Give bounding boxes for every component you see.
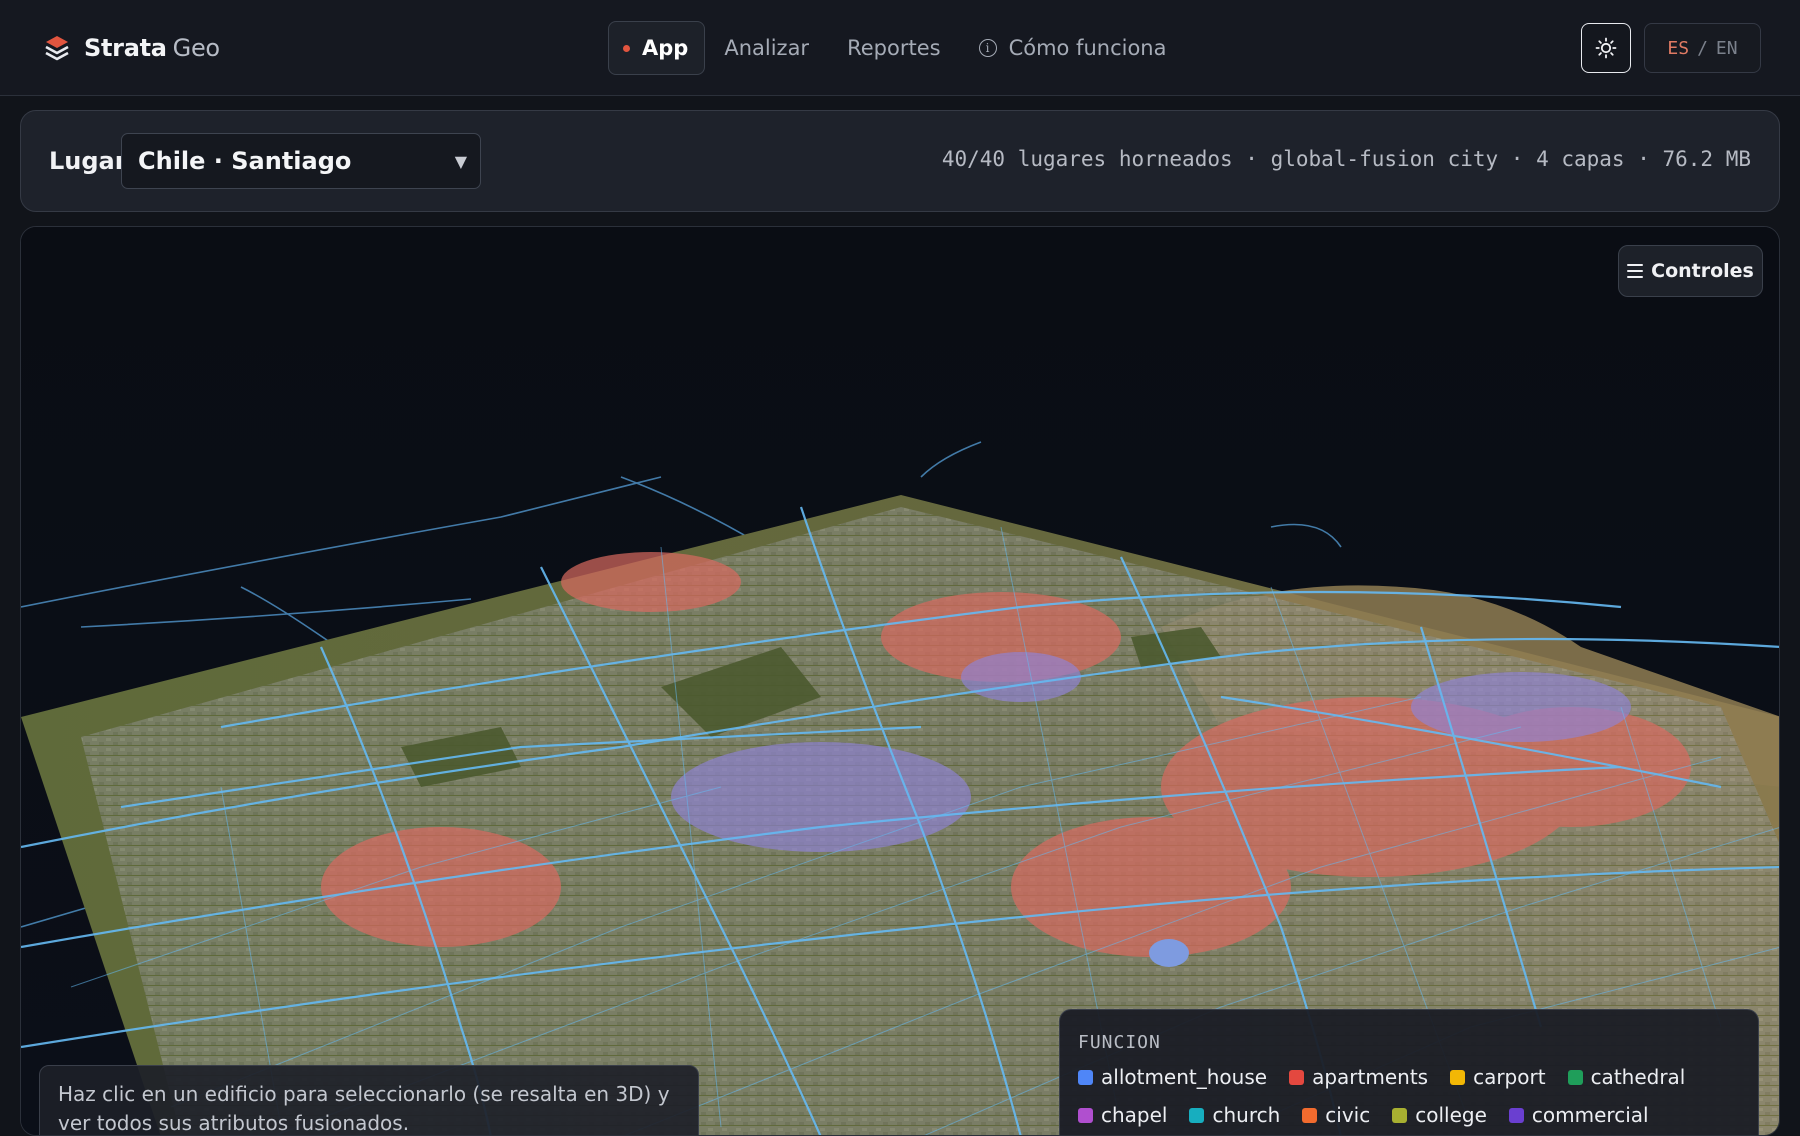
top-navbar: Strata Geo App Analizar Reportes i Cómo f… [0,0,1800,96]
main-nav: App Analizar Reportes i Cómo funciona [608,21,1185,75]
legend-swatch [1078,1069,1093,1085]
sun-icon [1595,37,1617,59]
legend-item-allotment-house[interactable]: allotment_house [1078,1065,1267,1089]
legend-swatch [1567,1069,1583,1085]
selection-hint-panel: Haz clic en un edificio para seleccionar… [39,1065,699,1135]
city-3d-render[interactable] [21,227,1780,1136]
brand-suffix: Geo [172,34,220,62]
nav-reportes-label: Reportes [847,36,941,60]
legend-label: church [1212,1103,1281,1127]
nav-como-funciona[interactable]: i Cómo funciona [960,21,1186,75]
brand-name: Strata [84,34,167,62]
legend-items: allotment_house apartments carport cathedra… [1078,1065,1740,1135]
legend-item-apartments[interactable]: apartments [1289,1065,1428,1089]
controls-label: Controles [1651,260,1754,282]
nav-app-label: App [642,36,689,60]
legend-swatch [1189,1107,1205,1123]
nav-app[interactable]: App [608,21,706,75]
place-select[interactable]: Chile · Santiago ▼ [121,133,481,189]
legend-item-cathedral[interactable]: cathedral [1567,1065,1686,1089]
legend-label: apartments [1312,1065,1429,1089]
function-legend: FUNCION allotment_house apartments carport… [1059,1009,1759,1135]
language-switcher[interactable]: ES / EN [1644,23,1761,73]
legend-swatch [1302,1107,1318,1123]
legend-item-church[interactable]: church [1189,1103,1280,1127]
legend-swatch [1392,1107,1408,1123]
legend-swatch [1078,1107,1093,1123]
legend-label: civic [1325,1103,1371,1127]
legend-item-college[interactable]: college [1392,1103,1487,1127]
nav-analizar[interactable]: Analizar [705,21,828,75]
place-selected-value: Chile · Santiago [138,147,352,175]
legend-swatch [1289,1069,1305,1085]
legend-item-chapel[interactable]: chapel [1078,1103,1167,1127]
stadium-landmark[interactable] [1149,939,1189,967]
legend-label: commercial [1531,1103,1649,1127]
active-dot-icon [623,44,630,52]
menu-icon [1627,264,1644,278]
legend-swatch [1450,1069,1466,1085]
nav-como-funciona-label: Cómo funciona [1008,36,1167,60]
legend-label: cathedral [1590,1065,1686,1089]
lang-es[interactable]: ES [1667,38,1689,59]
theme-toggle-button[interactable] [1581,23,1631,73]
place-toolbar: Lugar Chile · Santiago ▼ 40/40 lugares h… [20,110,1780,212]
place-label: Lugar [49,147,127,175]
info-icon: i [978,39,997,57]
nav-reportes[interactable]: Reportes [828,21,959,75]
legend-title: FUNCION [1078,1032,1161,1053]
legend-label: allotment_house [1101,1065,1268,1089]
nav-analizar-label: Analizar [724,36,810,60]
legend-label: college [1415,1103,1487,1127]
legend-item-civic[interactable]: civic [1302,1103,1370,1127]
lang-en[interactable]: EN [1716,38,1738,59]
brand-logo[interactable]: Strata Geo [42,30,220,66]
legend-item-carport[interactable]: carport [1450,1065,1546,1089]
legend-swatch [1508,1107,1524,1123]
legend-label: chapel [1101,1103,1168,1127]
lang-separator: / [1697,37,1708,59]
legend-label: carport [1473,1065,1546,1089]
legend-item-commercial[interactable]: commercial [1508,1103,1649,1127]
caret-down-icon: ▼ [454,152,467,171]
place-stats: 40/40 lugares horneados · global-fusion … [941,147,1751,171]
map-3d-view[interactable]: Controles Haz clic en un edificio para s… [20,226,1780,1136]
controls-button[interactable]: Controles [1618,245,1763,297]
layers-logo-icon [45,36,69,61]
